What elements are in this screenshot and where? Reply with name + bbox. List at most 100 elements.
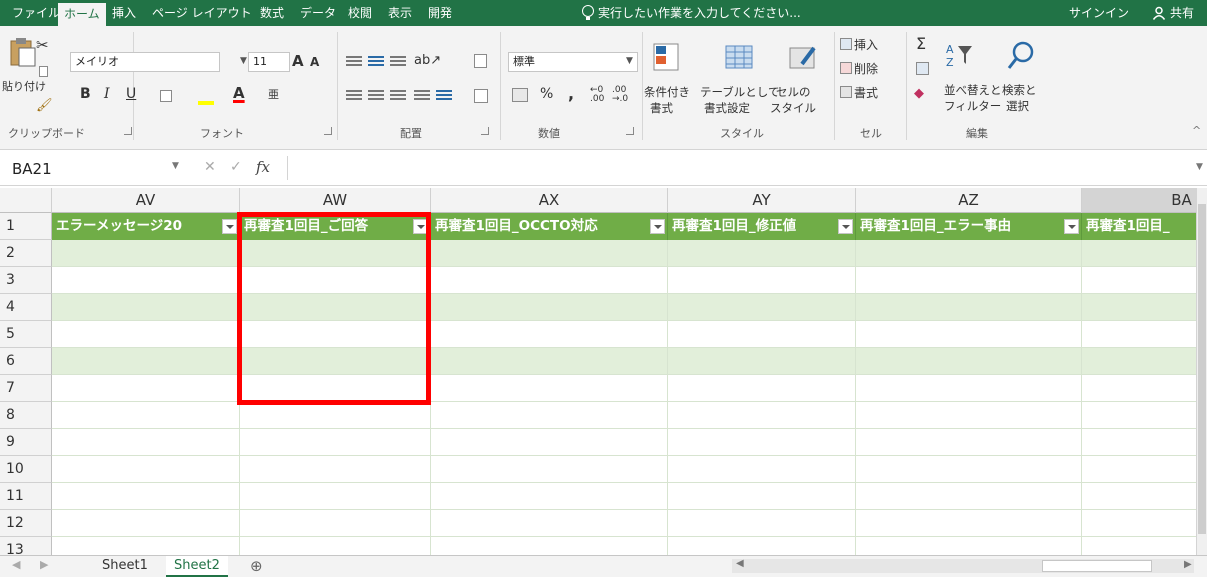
- filter-dropdown-icon[interactable]: [222, 219, 237, 234]
- table-header-cell[interactable]: 再審査1回目_エラー事由: [856, 213, 1082, 240]
- table-cell[interactable]: [856, 402, 1082, 429]
- fill-color-icon[interactable]: [198, 101, 214, 105]
- row-header[interactable]: 6: [0, 348, 52, 375]
- horizontal-scrollbar[interactable]: ◀: [732, 558, 1194, 573]
- collapse-ribbon-icon[interactable]: ^: [1192, 124, 1201, 137]
- format-as-table-icon[interactable]: [724, 42, 754, 74]
- increase-decimal-icon[interactable]: ←0.00: [590, 86, 604, 104]
- format-button[interactable]: 書式: [854, 84, 878, 101]
- table-cell[interactable]: [668, 240, 856, 267]
- next-sheet-icon[interactable]: ▶: [40, 558, 48, 571]
- table-cell[interactable]: [1082, 402, 1196, 429]
- table-cell[interactable]: [52, 456, 240, 483]
- table-cell[interactable]: [431, 294, 668, 321]
- vertical-scrollbar[interactable]: [1196, 188, 1207, 555]
- table-cell[interactable]: [240, 483, 431, 510]
- table-cell[interactable]: [431, 267, 668, 294]
- cell-styles-button[interactable]: セルの: [776, 84, 811, 100]
- table-cell[interactable]: [856, 294, 1082, 321]
- table-cell[interactable]: [52, 348, 240, 375]
- decrease-indent-icon[interactable]: [414, 90, 430, 102]
- add-sheet-icon[interactable]: ⊕: [250, 557, 263, 575]
- table-cell[interactable]: [856, 537, 1082, 555]
- shrink-font-icon[interactable]: A: [310, 55, 319, 69]
- table-cell[interactable]: [52, 240, 240, 267]
- table-cell[interactable]: [668, 402, 856, 429]
- tab-developer[interactable]: 開発: [422, 0, 458, 26]
- cell-styles-icon[interactable]: [788, 42, 818, 74]
- align-bottom-icon[interactable]: [390, 56, 406, 68]
- table-cell[interactable]: [1082, 537, 1196, 555]
- table-cell[interactable]: [1082, 267, 1196, 294]
- font-size-select[interactable]: 11: [248, 52, 290, 72]
- align-right-icon[interactable]: [390, 90, 406, 102]
- name-box[interactable]: BA21: [12, 158, 142, 180]
- row-header[interactable]: 13: [0, 537, 52, 555]
- table-cell[interactable]: [668, 456, 856, 483]
- tab-insert[interactable]: 挿入: [106, 0, 142, 26]
- find-select-icon[interactable]: [1006, 40, 1036, 72]
- table-cell[interactable]: [1082, 375, 1196, 402]
- scrollbar-thumb[interactable]: [1042, 560, 1152, 572]
- table-cell[interactable]: [668, 510, 856, 537]
- row-header[interactable]: 3: [0, 267, 52, 294]
- insert-button[interactable]: 挿入: [854, 36, 878, 53]
- clear-icon[interactable]: ◆: [914, 86, 924, 101]
- column-header[interactable]: AX: [431, 188, 668, 213]
- scroll-left-icon[interactable]: ◀: [736, 558, 744, 569]
- filter-dropdown-icon[interactable]: [838, 219, 853, 234]
- orientation-icon[interactable]: ab↗: [414, 53, 441, 68]
- table-cell[interactable]: [856, 321, 1082, 348]
- conditional-format-icon[interactable]: [652, 42, 682, 74]
- cancel-icon[interactable]: ✕: [204, 159, 216, 175]
- table-cell[interactable]: [1082, 348, 1196, 375]
- column-header[interactable]: BA: [1082, 188, 1196, 213]
- table-cell[interactable]: [1082, 456, 1196, 483]
- table-cell[interactable]: [668, 375, 856, 402]
- table-cell[interactable]: [431, 537, 668, 555]
- comma-button[interactable]: ,: [568, 84, 574, 103]
- table-cell[interactable]: [1082, 294, 1196, 321]
- copy-icon[interactable]: [39, 66, 48, 77]
- insert-cells-icon[interactable]: [840, 38, 852, 50]
- row-header[interactable]: 11: [0, 483, 52, 510]
- table-header-cell[interactable]: エラーメッセージ20: [52, 213, 240, 240]
- table-cell[interactable]: [668, 267, 856, 294]
- align-middle-icon[interactable]: [368, 56, 384, 68]
- scroll-right-icon[interactable]: ▶: [1184, 559, 1192, 570]
- table-cell[interactable]: [52, 267, 240, 294]
- table-cell[interactable]: [52, 483, 240, 510]
- column-header[interactable]: AY: [668, 188, 856, 213]
- sort-filter-button[interactable]: 並べ替えと: [944, 82, 1002, 98]
- table-cell[interactable]: [52, 402, 240, 429]
- worksheet-grid[interactable]: AV AW AX AY AZ BA 1 エラーメッセージ20 再審査1回目_ご回答再…: [0, 188, 1196, 555]
- increase-indent-icon[interactable]: [436, 90, 452, 102]
- table-cell[interactable]: [52, 537, 240, 555]
- table-cell[interactable]: [431, 483, 668, 510]
- table-cell[interactable]: [431, 456, 668, 483]
- format-cells-icon[interactable]: [840, 86, 852, 98]
- table-cell[interactable]: [856, 483, 1082, 510]
- column-header[interactable]: AW: [240, 188, 431, 213]
- column-header[interactable]: AZ: [856, 188, 1082, 213]
- expand-formula-icon[interactable]: ▼: [1196, 162, 1203, 172]
- delete-button[interactable]: 削除: [854, 60, 878, 77]
- table-cell[interactable]: [52, 429, 240, 456]
- table-cell[interactable]: [431, 321, 668, 348]
- row-header[interactable]: 12: [0, 510, 52, 537]
- wrap-text-icon[interactable]: [474, 54, 487, 68]
- format-as-table-button[interactable]: テーブルとして: [700, 84, 779, 100]
- tell-me-input[interactable]: 実行したい作業を入力してください...: [598, 0, 801, 26]
- format-painter-icon[interactable]: 🖌: [36, 98, 53, 113]
- table-cell[interactable]: [1082, 240, 1196, 267]
- merge-center-icon[interactable]: [474, 89, 488, 103]
- tab-view[interactable]: 表示: [382, 0, 418, 26]
- font-name-select[interactable]: メイリオ: [70, 52, 220, 72]
- currency-icon[interactable]: [512, 88, 528, 102]
- conditional-format-button[interactable]: 条件付き: [644, 84, 690, 100]
- table-cell[interactable]: [240, 402, 431, 429]
- table-cell[interactable]: [240, 456, 431, 483]
- insert-function-button[interactable]: fx: [256, 158, 270, 176]
- tab-home[interactable]: ホーム: [58, 3, 106, 26]
- scrollbar-thumb[interactable]: [1198, 204, 1206, 534]
